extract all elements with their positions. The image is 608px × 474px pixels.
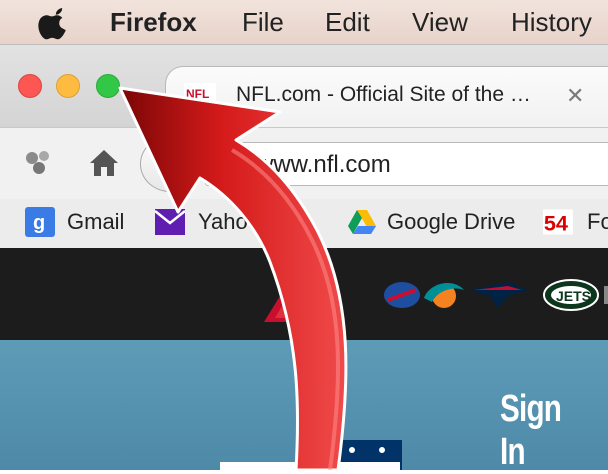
tab-title: NFL.com - Official Site of the … [236,83,531,106]
menu-firefox[interactable]: Firefox [110,6,197,38]
yahoo-icon [155,209,185,235]
apple-icon[interactable] [38,6,72,40]
bills-logo-icon[interactable] [382,276,422,314]
menu-edit[interactable]: Edit [325,6,370,38]
bookmark-label: Google Drive [387,209,516,234]
back-button[interactable] [140,136,200,192]
menu-history[interactable]: History [511,6,592,38]
extensions-icon[interactable] [24,148,54,178]
bookmark-label: Yahoo! Ma [198,209,303,234]
bookmark-label: Fo [587,209,608,234]
favicon-text: NFL [186,87,209,101]
menu-file[interactable]: File [242,6,284,38]
bookmark-label: Gmail [67,209,125,234]
team-logo-partial-icon [604,286,608,304]
dolphins-logo-icon[interactable] [420,276,466,314]
window-close-button[interactable] [18,74,42,98]
afc-logo-icon[interactable] [262,268,330,324]
menu-view[interactable]: View [412,6,468,38]
nfl-favicon-icon: NFL [184,83,216,109]
jets-logo-icon[interactable]: JETS [542,276,600,314]
menu-bar: Firefox File Edit View History [0,0,608,44]
window-maximize-button[interactable] [96,74,120,98]
svg-text:g: g [33,212,45,234]
tab-nfl[interactable]: NFL NFL.com - Official Site of the … ✕ [165,66,608,129]
fox-54-icon: 54 [543,209,573,235]
nfl-shield-icon[interactable] [292,380,412,470]
back-arrow-icon [157,153,183,175]
fox-54-text: 54 [544,210,568,235]
drive-icon [348,210,376,234]
search-strip [220,462,400,470]
url-bar[interactable]: www.nfl.com [205,142,608,186]
tab-close-icon[interactable]: ✕ [566,83,584,109]
svg-text:JETS: JETS [556,288,591,304]
url-text[interactable]: www.nfl.com [256,151,391,179]
patriots-logo-icon[interactable] [468,276,530,314]
home-icon[interactable] [88,148,120,178]
sign-in-link[interactable]: Sign In [500,388,584,474]
google-icon: g [25,207,55,237]
window-minimize-button[interactable] [56,74,80,98]
